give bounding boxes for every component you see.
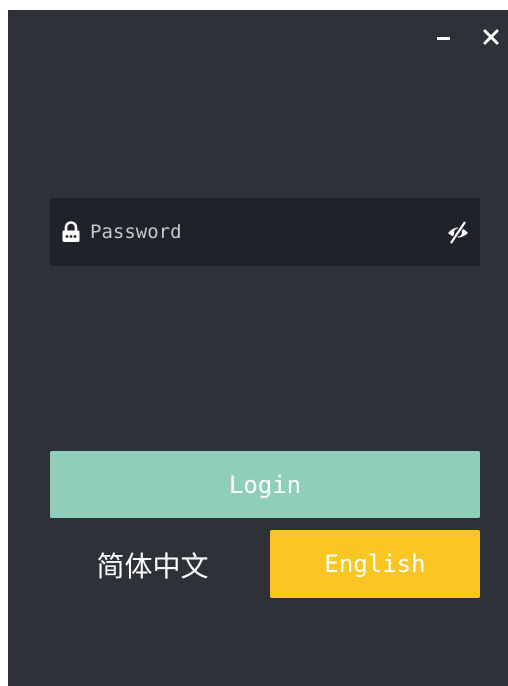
language-chinese-button[interactable]: 简体中文 xyxy=(50,531,255,599)
close-icon xyxy=(483,29,499,45)
password-field[interactable] xyxy=(50,198,480,266)
language-english-button[interactable]: English xyxy=(270,530,480,598)
minimize-button[interactable] xyxy=(428,22,458,52)
minimize-icon xyxy=(436,36,450,40)
close-button[interactable] xyxy=(476,22,506,52)
password-input[interactable] xyxy=(90,212,444,252)
login-window: Login 简体中文 English xyxy=(8,10,508,686)
eye-slash-icon[interactable] xyxy=(444,218,472,246)
lock-icon xyxy=(61,221,81,243)
login-button[interactable]: Login xyxy=(50,451,480,518)
